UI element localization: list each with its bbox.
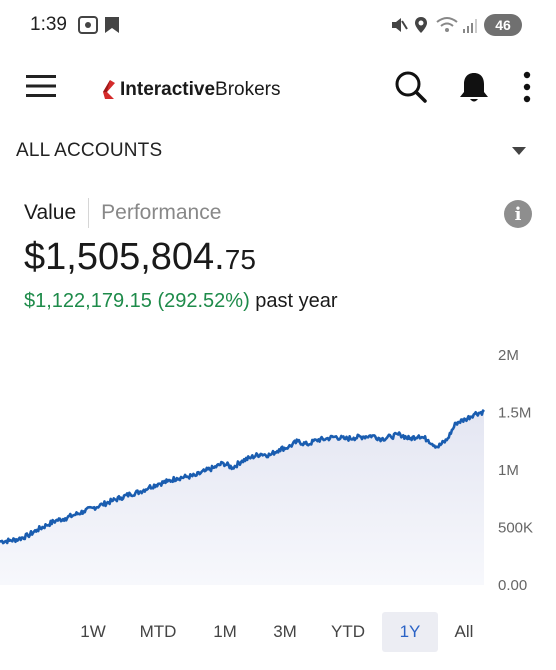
time-range-selector: 1W MTD 1M 3M YTD 1Y All xyxy=(0,612,556,654)
view-tabs: Value Performance xyxy=(24,198,221,228)
change-amount: $1,122,179.15 (292.52%) xyxy=(24,290,250,312)
range-button-1y[interactable]: 1Y xyxy=(382,612,438,652)
mute-icon xyxy=(392,18,408,32)
range-button-ytd[interactable]: YTD xyxy=(320,612,376,652)
hamburger-menu-icon[interactable] xyxy=(26,74,56,98)
ib-logo: InteractiveBrokers xyxy=(101,77,281,103)
tab-divider xyxy=(88,198,90,228)
account-selector[interactable]: ALL ACCOUNTS xyxy=(0,130,556,170)
y-axis-tick-label: 1.5M xyxy=(498,405,531,422)
info-icon[interactable]: i xyxy=(504,200,532,228)
chevron-down-icon xyxy=(512,147,526,155)
more-options-icon[interactable] xyxy=(522,70,532,104)
range-button-all[interactable]: All xyxy=(436,612,492,652)
signal-icon xyxy=(463,19,477,33)
status-time: 1:39 xyxy=(30,14,67,35)
location-icon xyxy=(415,17,427,33)
logo-text: InteractiveBrokers xyxy=(120,79,281,100)
tab-value[interactable]: Value xyxy=(24,201,76,225)
search-icon[interactable] xyxy=(394,70,428,104)
range-button-1w[interactable]: 1W xyxy=(65,612,121,652)
y-axis-tick-label: 0.00 xyxy=(498,577,527,594)
bell-icon[interactable] xyxy=(458,70,490,104)
change-period-label: past year xyxy=(249,290,338,312)
y-axis-tick-label: 500K xyxy=(498,520,533,537)
y-axis-tick-label: 2M xyxy=(498,347,519,364)
account-selector-label: ALL ACCOUNTS xyxy=(16,140,163,161)
range-button-3m[interactable]: 3M xyxy=(257,612,313,652)
wifi-icon xyxy=(436,17,458,32)
screenshot-icon xyxy=(78,16,98,34)
period-change: $1,122,179.15 (292.52%) past year xyxy=(24,290,338,313)
y-axis-tick-label: 1M xyxy=(498,462,519,479)
bookmark-notification-icon xyxy=(105,17,119,33)
total-value-main: $1,505,804. xyxy=(24,236,225,278)
range-button-mtd[interactable]: MTD xyxy=(130,612,186,652)
tab-performance[interactable]: Performance xyxy=(101,201,221,225)
status-bar: 1:39 46 xyxy=(0,0,556,50)
battery-icon: 46 xyxy=(484,14,522,36)
app-bar: InteractiveBrokers xyxy=(0,60,556,118)
range-button-1m[interactable]: 1M xyxy=(197,612,253,652)
portfolio-chart[interactable]: 2M 1.5M 1M 500K 0.00 xyxy=(0,340,556,600)
total-portfolio-value: $1,505,804.75 xyxy=(24,236,256,279)
total-value-cents: 75 xyxy=(224,244,256,275)
ib-logo-mark-icon xyxy=(103,80,115,99)
